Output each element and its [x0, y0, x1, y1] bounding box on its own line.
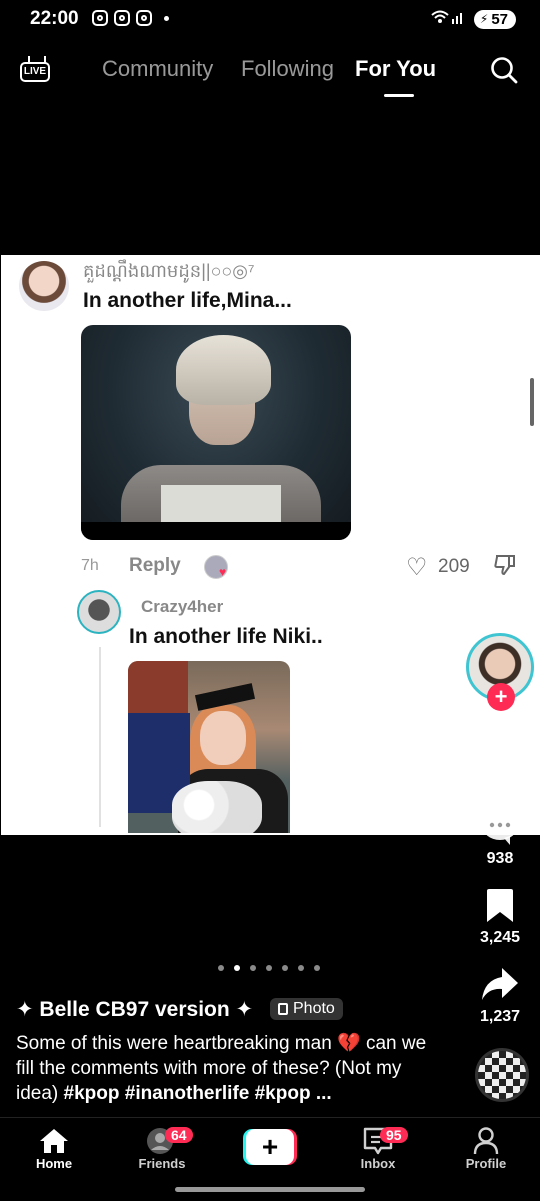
reply-button: Reply	[129, 555, 181, 576]
status-time: 22:00	[30, 8, 79, 29]
comment-age: 7h	[81, 557, 99, 574]
carousel-indicator	[218, 965, 320, 971]
live-button[interactable]: LIVE	[20, 56, 54, 84]
status-notifications	[92, 10, 169, 26]
share-arrow-icon[interactable]	[480, 966, 520, 1007]
live-icon: LIVE	[20, 62, 50, 82]
thread-line	[99, 647, 101, 827]
battery-level: 57	[491, 10, 508, 28]
creator-liked-heart-icon: ♥	[219, 565, 227, 579]
bookmark-icon[interactable]	[480, 888, 520, 929]
wifi-signal-icon	[430, 9, 466, 29]
photo-badge-label: Photo	[293, 1000, 335, 1017]
inbox-icon	[333, 1126, 423, 1156]
commenter-avatar	[19, 261, 69, 311]
search-icon[interactable]	[490, 56, 518, 84]
tab-community[interactable]: Community	[102, 56, 213, 82]
follow-plus-icon[interactable]: +	[487, 683, 515, 711]
nav-profile-label: Profile	[465, 1156, 507, 1171]
nav-friends-label: Friends	[138, 1156, 186, 1171]
like-heart-icon[interactable]	[480, 728, 520, 771]
nav-inbox[interactable]: Inbox 95	[333, 1126, 423, 1171]
photo-icon	[278, 1003, 288, 1015]
instagram-icon	[114, 10, 130, 26]
sound-disc[interactable]	[475, 1048, 529, 1102]
nav-inbox-label: Inbox	[360, 1156, 396, 1171]
photo-badge: Photo	[270, 998, 343, 1020]
plus-icon: +	[246, 1129, 294, 1165]
save-count: 3,245	[479, 929, 521, 946]
reply-username: Crazy4her	[141, 597, 224, 616]
carousel-dot	[250, 965, 256, 971]
commenter-username: គួដណ្តឹងណាមដូន||○○◎⁷	[83, 261, 255, 281]
reply-image	[128, 661, 290, 833]
active-tab-indicator	[384, 94, 414, 97]
reply-avatar	[77, 590, 121, 634]
carousel-dot	[266, 965, 272, 971]
status-system: ⚡ 57	[430, 9, 516, 29]
carousel-dot-active	[234, 965, 240, 971]
instagram-icon	[136, 10, 152, 26]
nav-friends[interactable]: Friends 64	[117, 1126, 207, 1171]
carousel-dot	[298, 965, 304, 971]
carousel-dot	[218, 965, 224, 971]
more-notifications-dot	[164, 15, 169, 21]
post-title[interactable]: ✦ Belle CB97 version ✦	[16, 997, 253, 1022]
battery-indicator: ⚡ 57	[473, 9, 516, 29]
nav-home-label: Home	[35, 1156, 73, 1171]
post-description[interactable]: Some of this were heartbreaking man 💔 ca…	[16, 1031, 446, 1106]
photo-slide[interactable]: គួដណ្តឹងណាមដូន||○○◎⁷ In another life,Min…	[1, 255, 540, 835]
comment-like-icon: ♡	[406, 554, 428, 581]
home-icon	[9, 1126, 99, 1156]
status-bar: 22:00 ⚡ 57	[0, 0, 540, 40]
comment-image	[81, 325, 351, 540]
comment-text: In another life,Mina...	[83, 289, 292, 312]
instagram-icon	[92, 10, 108, 26]
comment-count: 938	[486, 850, 514, 867]
friends-badge: 64	[165, 1127, 193, 1143]
profile-icon	[441, 1126, 531, 1156]
carousel-dot	[282, 965, 288, 971]
nav-home[interactable]: Home	[9, 1126, 99, 1171]
reply-text: In another life Niki..	[129, 625, 323, 648]
share-count: 1,237	[479, 1008, 521, 1025]
gesture-home-indicator	[175, 1187, 365, 1192]
friends-icon	[117, 1126, 207, 1156]
post-title-text: ✦ Belle CB97 version ✦	[16, 998, 254, 1021]
dislike-icon	[493, 553, 517, 583]
nav-profile[interactable]: Profile	[441, 1126, 531, 1171]
create-button[interactable]: +	[243, 1129, 297, 1165]
tab-following[interactable]: Following	[241, 56, 334, 82]
inbox-badge: 95	[380, 1127, 408, 1143]
comment-icon[interactable]	[480, 808, 520, 851]
tab-for-you[interactable]: For You	[355, 56, 436, 82]
comment-like-count: 209	[438, 556, 470, 577]
charging-icon: ⚡	[479, 12, 489, 26]
like-count: 25.2K	[478, 771, 522, 788]
scroll-indicator	[530, 378, 534, 426]
post-hashtags[interactable]: #kpop #inanotherlife #kpop ...	[64, 1083, 332, 1104]
carousel-dot	[314, 965, 320, 971]
comment-meta: 7h Reply ♥ ♡ 209	[81, 554, 531, 581]
top-navigation: LIVE Community Following For You	[0, 48, 540, 98]
